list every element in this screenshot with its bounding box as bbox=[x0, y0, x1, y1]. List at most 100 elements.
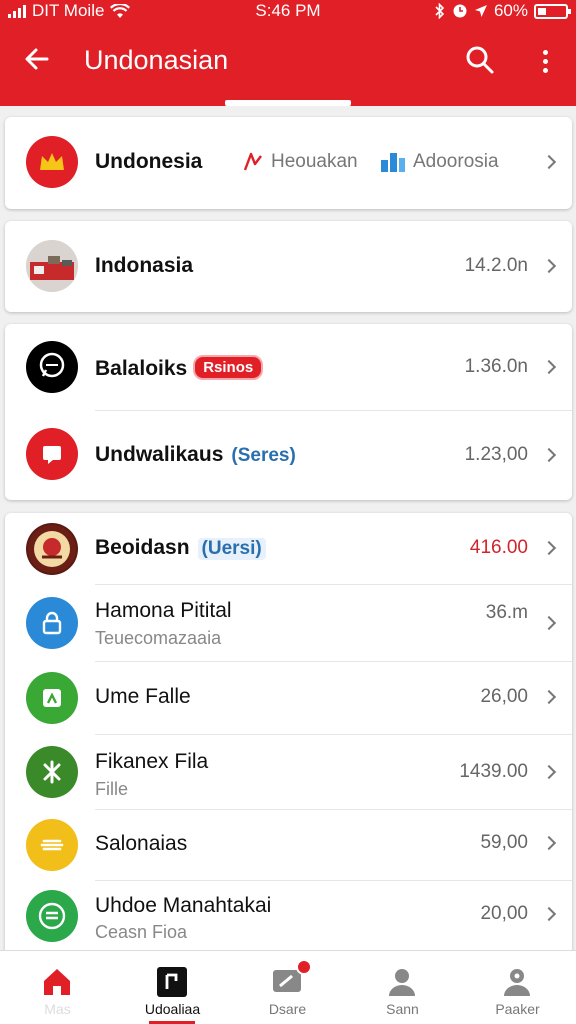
pen-icon bbox=[243, 152, 262, 171]
photo-thumbnail-icon bbox=[26, 240, 78, 292]
building-icon bbox=[381, 153, 405, 172]
item-name: Beoidasn (Uersi) bbox=[95, 536, 266, 560]
arrow-left-icon bbox=[25, 48, 49, 70]
item-name: Hamona Pitital bbox=[95, 599, 232, 622]
emblem-icon bbox=[26, 523, 78, 575]
chevron-right-icon bbox=[541, 359, 557, 375]
item-tag: (Uersi) bbox=[197, 538, 266, 560]
chat-bubble-icon bbox=[26, 341, 78, 393]
tab-label: Sann bbox=[386, 1001, 419, 1017]
more-dot bbox=[542, 67, 548, 73]
more-dot bbox=[542, 49, 548, 55]
lines-icon bbox=[26, 819, 78, 871]
tab-label: Mas bbox=[44, 1001, 71, 1017]
list-circle-icon bbox=[26, 890, 78, 942]
item-value: 1.36.0n bbox=[464, 356, 528, 377]
more-dot bbox=[542, 58, 548, 64]
item-value: 1439.00 bbox=[459, 761, 528, 782]
bottom-navigation: Mas Udoaliaa Dsare Sann Paaker bbox=[0, 950, 576, 1024]
item-name-text: Beoidasn bbox=[95, 536, 190, 559]
item-subtitle: Teuecomazaaia bbox=[95, 628, 222, 648]
item-name: Ume Falle bbox=[95, 685, 191, 708]
chevron-right-icon bbox=[541, 154, 557, 170]
chevron-right-icon bbox=[541, 906, 557, 922]
list-item[interactable]: Balaloiks Rsinos 1.36.0n bbox=[5, 324, 572, 411]
list-item[interactable]: Uhdoe Manahtakai Ceasn Fioa 20,00 bbox=[5, 881, 572, 953]
list-item[interactable]: Fikanex Fila Fille 1439.00 bbox=[5, 735, 572, 809]
item-value: 59,00 bbox=[480, 832, 528, 853]
plant-icon bbox=[26, 672, 78, 724]
location-icon bbox=[474, 5, 487, 17]
star-icon bbox=[26, 746, 78, 798]
chevron-right-icon bbox=[541, 764, 557, 780]
home-icon bbox=[44, 969, 70, 995]
more-options-button[interactable] bbox=[530, 44, 560, 78]
tab-label: Paaker bbox=[495, 1001, 540, 1017]
battery-percent: 60% bbox=[493, 1, 528, 20]
chevron-right-icon bbox=[541, 615, 557, 631]
list-item[interactable]: Beoidasn (Uersi) 416.00 bbox=[5, 513, 572, 584]
flag-emblem-icon bbox=[26, 136, 78, 188]
item-value: 26,00 bbox=[480, 686, 528, 707]
item-value: 416.00 bbox=[469, 537, 528, 558]
profile-icon bbox=[504, 969, 530, 996]
battery-icon bbox=[534, 3, 571, 19]
chevron-right-icon bbox=[541, 258, 557, 274]
tab-home[interactable]: Mas bbox=[0, 951, 115, 1024]
item-subtitle: Fille bbox=[95, 779, 129, 799]
chevron-right-icon bbox=[541, 689, 557, 705]
alarm-icon bbox=[453, 4, 467, 18]
app-bar: Undonasian bbox=[0, 22, 576, 106]
message-square-icon bbox=[26, 428, 78, 480]
page-title: Undonasian bbox=[84, 45, 229, 75]
item-tag: (Seres) bbox=[231, 445, 296, 466]
lock-icon bbox=[26, 597, 78, 649]
chevron-right-icon bbox=[541, 835, 557, 851]
tab-sann[interactable]: Sann bbox=[345, 951, 460, 1024]
search-button[interactable] bbox=[464, 44, 498, 78]
list-item[interactable]: Hamona Pitital Teuecomazaaia 36.m bbox=[5, 585, 572, 661]
header-card[interactable]: Undonesia Heouakan Adoorosia bbox=[5, 117, 572, 209]
status-bar: DIT Moile S:46 PM 60% bbox=[0, 0, 576, 22]
screen-icon bbox=[157, 967, 187, 997]
list-card-3: Beoidasn (Uersi) 416.00 Hamona Pitital Te… bbox=[5, 513, 572, 953]
header-link-1-label: Heouakan bbox=[271, 151, 358, 172]
item-value: 20,00 bbox=[480, 903, 528, 924]
header-link-2-label: Adoorosia bbox=[413, 151, 499, 172]
chevron-right-icon bbox=[541, 447, 557, 463]
item-name: Salonaias bbox=[95, 832, 188, 855]
item-value: 1.23,00 bbox=[464, 444, 528, 465]
list-card-1: Indonasia 14.2.0n bbox=[5, 221, 572, 312]
item-name: Fikanex Fila bbox=[95, 750, 209, 773]
item-name: Undwalikaus (Seres) bbox=[95, 443, 296, 467]
item-name: Uhdoe Manahtakai bbox=[95, 894, 272, 917]
item-name-text: Undwalikaus bbox=[95, 443, 224, 466]
back-button[interactable] bbox=[22, 44, 56, 78]
tab-dsare[interactable]: Dsare bbox=[230, 951, 345, 1024]
tab-label: Udoaliaa bbox=[144, 1001, 201, 1017]
person-icon bbox=[389, 969, 415, 996]
header-card-title: Undonesia bbox=[95, 150, 203, 173]
list-item[interactable]: Salonaias 59,00 bbox=[5, 810, 572, 880]
item-name-text: Balaloiks bbox=[95, 357, 188, 380]
item-value: 36.m bbox=[485, 602, 528, 623]
header-link-1[interactable]: Heouakan bbox=[241, 150, 358, 174]
list-item[interactable]: Undwalikaus (Seres) 1.23,00 bbox=[5, 411, 572, 500]
chevron-right-icon bbox=[541, 540, 557, 556]
item-value: 14.2.0n bbox=[464, 255, 528, 276]
item-name: Balaloiks Rsinos bbox=[95, 355, 264, 381]
list-card-2: Balaloiks Rsinos 1.36.0n Undwalikaus (Sere… bbox=[5, 324, 572, 500]
search-icon bbox=[466, 46, 494, 74]
tab-udoaliaa[interactable]: Udoaliaa bbox=[115, 951, 230, 1024]
bluetooth-icon bbox=[435, 3, 445, 19]
list-item[interactable]: Ume Falle 26,00 bbox=[5, 662, 572, 734]
list-item[interactable]: Indonasia 14.2.0n bbox=[5, 221, 572, 312]
tab-label: Dsare bbox=[268, 1001, 307, 1017]
item-pill-badge: Rsinos bbox=[193, 355, 264, 380]
item-subtitle: Ceasn Fioa bbox=[95, 922, 188, 942]
notification-badge bbox=[296, 959, 312, 975]
tab-indicator bbox=[225, 100, 351, 106]
tab-paaker[interactable]: Paaker bbox=[460, 951, 575, 1024]
header-link-2[interactable]: Adoorosia bbox=[379, 150, 499, 174]
item-name: Indonasia bbox=[95, 254, 194, 277]
